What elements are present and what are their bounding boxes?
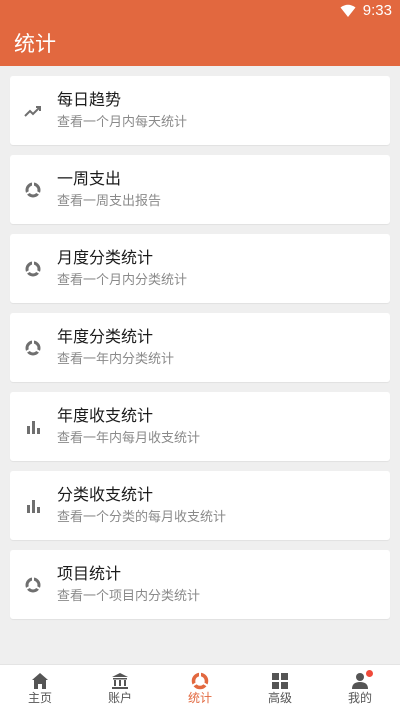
nav-label: 高级 — [267, 691, 292, 705]
stats-item-subtitle: 查看一个项目内分类统计 — [57, 589, 201, 604]
pie-chart-icon — [24, 339, 42, 357]
pie-chart-icon — [24, 181, 42, 199]
stats-item-daily-trend[interactable]: 每日趋势 查看一个月内每天统计 — [10, 76, 390, 145]
nav-label: 账户 — [107, 691, 132, 705]
status-bar: 9:33 — [0, 0, 400, 22]
stats-item-title: 项目统计 — [57, 564, 122, 583]
stats-item-subtitle: 查看一个月内每天统计 — [57, 115, 188, 130]
stats-item-subtitle: 查看一年内分类统计 — [57, 352, 175, 367]
stats-item-subtitle: 查看一个月内分类统计 — [57, 273, 188, 288]
stats-list: 每日趋势 查看一个月内每天统计 一周支出 查看一周支出报告 月度分类统计 查看一… — [10, 76, 390, 629]
nav-item-accounts[interactable]: 账户 — [80, 665, 160, 712]
trending-up-icon — [24, 102, 42, 120]
bank-icon — [111, 672, 129, 690]
bottom-nav: 主页 账户 统计 高级 我的 — [0, 664, 400, 712]
bar-chart-icon — [24, 418, 42, 436]
nav-item-advanced[interactable]: 高级 — [240, 665, 320, 712]
nav-item-stats[interactable]: 统计 — [160, 665, 240, 712]
pie-chart-icon — [24, 260, 42, 278]
stats-item-project[interactable]: 项目统计 查看一个项目内分类统计 — [10, 550, 390, 619]
nav-item-me[interactable]: 我的 — [320, 665, 400, 712]
stats-item-title: 每日趋势 — [57, 90, 122, 109]
pie-chart-icon — [191, 672, 209, 690]
stats-item-yearly-income-expense[interactable]: 年度收支统计 查看一年内每月收支统计 — [10, 392, 390, 461]
stats-item-title: 月度分类统计 — [57, 248, 154, 267]
bar-chart-icon — [24, 497, 42, 515]
stats-item-weekly-expense[interactable]: 一周支出 查看一周支出报告 — [10, 155, 390, 224]
home-icon — [31, 672, 49, 690]
nav-label: 我的 — [347, 691, 372, 705]
page-title: 统计 — [14, 32, 56, 56]
stats-item-subtitle: 查看一周支出报告 — [57, 194, 162, 209]
app-bar: 统计 — [0, 22, 400, 66]
nav-label: 主页 — [27, 691, 52, 705]
stats-item-monthly-category[interactable]: 月度分类统计 查看一个月内分类统计 — [10, 234, 390, 303]
grid-icon — [271, 672, 289, 690]
stats-item-title: 年度收支统计 — [57, 406, 154, 425]
pie-chart-icon — [24, 576, 42, 594]
stats-item-subtitle: 查看一年内每月收支统计 — [57, 431, 201, 446]
stats-item-title: 一周支出 — [57, 169, 122, 188]
wifi-icon — [340, 3, 356, 17]
status-time: 9:33 — [362, 2, 392, 19]
notification-badge — [366, 670, 373, 677]
stats-item-title: 年度分类统计 — [57, 327, 154, 346]
stats-item-category-income-expense[interactable]: 分类收支统计 查看一个分类的每月收支统计 — [10, 471, 390, 540]
nav-item-home[interactable]: 主页 — [0, 665, 80, 712]
stats-item-yearly-category[interactable]: 年度分类统计 查看一年内分类统计 — [10, 313, 390, 382]
stats-item-title: 分类收支统计 — [57, 485, 154, 504]
stats-item-subtitle: 查看一个分类的每月收支统计 — [57, 510, 227, 525]
nav-label: 统计 — [187, 691, 212, 705]
